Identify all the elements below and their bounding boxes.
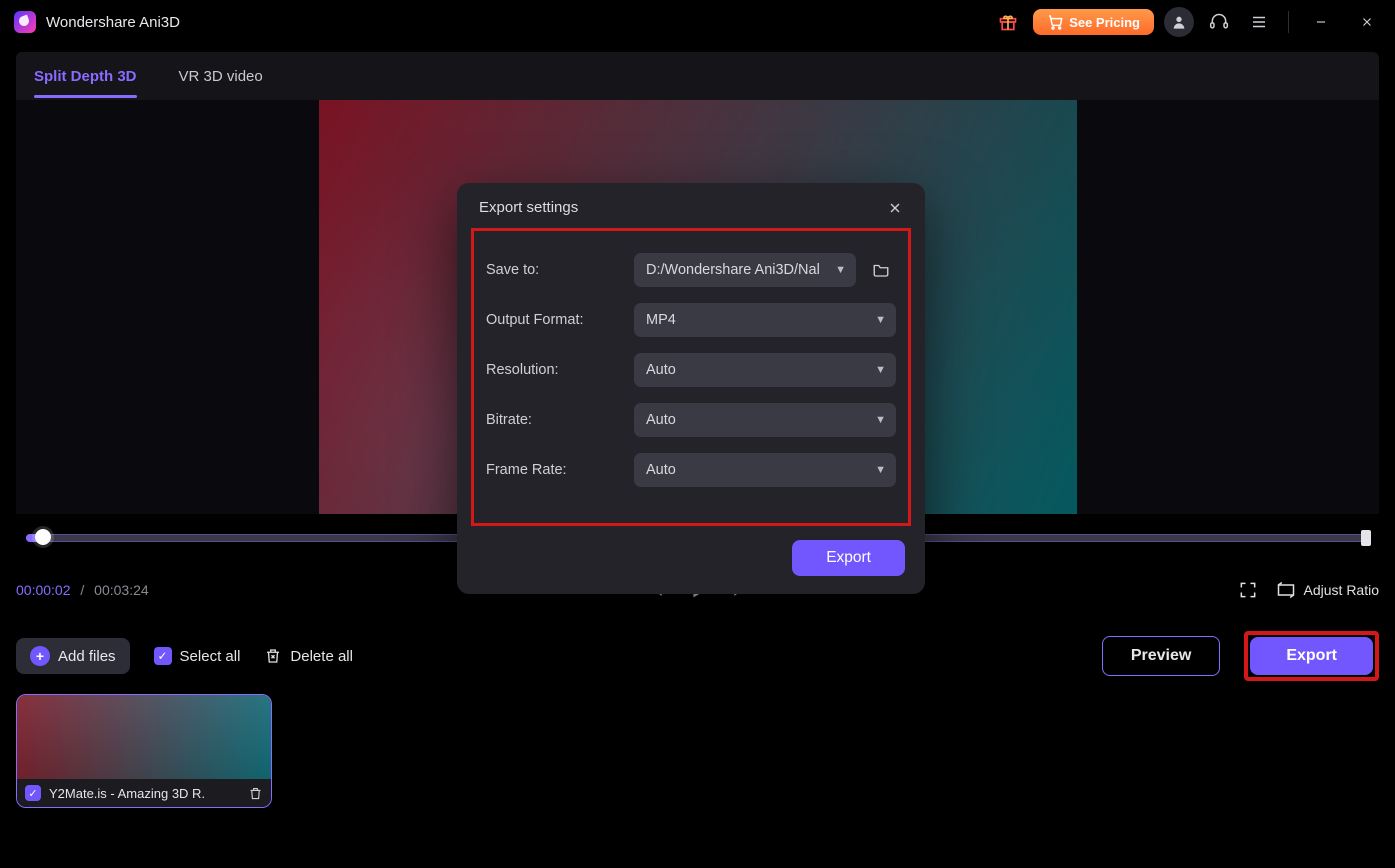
dialog-title: Export settings	[479, 199, 578, 216]
thumbnail-checkbox[interactable]: ✓	[25, 785, 41, 801]
preview-button[interactable]: Preview	[1102, 636, 1220, 676]
delete-all-label: Delete all	[290, 648, 353, 665]
save-to-select[interactable]: D:/Wondershare Ani3D/Nal ▼	[634, 253, 856, 287]
select-all-label: Select all	[180, 648, 241, 665]
field-output-format: Output Format: MP4 ▼	[484, 295, 898, 345]
app-logo	[14, 11, 36, 33]
save-to-label: Save to:	[486, 262, 624, 278]
duration-time: 00:03:24	[94, 582, 149, 598]
preview-label: Preview	[1131, 647, 1191, 664]
field-resolution: Resolution: Auto ▼	[484, 345, 898, 395]
select-all-checkbox[interactable]: ✓	[154, 647, 172, 665]
time-separator: /	[80, 582, 84, 598]
export-label: Export	[1286, 647, 1337, 664]
chevron-down-icon: ▼	[875, 414, 886, 426]
save-to-value: D:/Wondershare Ani3D/Nal	[646, 262, 820, 278]
window-minimize-button[interactable]	[1303, 7, 1339, 37]
output-format-select[interactable]: MP4 ▼	[634, 303, 896, 337]
thumbnail-bar: ✓ Y2Mate.is - Amazing 3D R.	[17, 779, 271, 807]
file-thumbnails: ✓ Y2Mate.is - Amazing 3D R.	[16, 694, 1379, 808]
see-pricing-label: See Pricing	[1069, 15, 1140, 30]
gift-icon[interactable]	[993, 7, 1023, 37]
trash-icon	[264, 647, 282, 665]
dialog-header: Export settings	[457, 183, 925, 220]
field-frame-rate: Frame Rate: Auto ▼	[484, 445, 898, 495]
adjust-ratio-label: Adjust Ratio	[1304, 582, 1379, 598]
export-button[interactable]: Export	[1250, 637, 1373, 675]
frame-rate-select[interactable]: Auto ▼	[634, 453, 896, 487]
thumbnail-image	[17, 695, 271, 779]
tab-vr-3d-video[interactable]: VR 3D video	[179, 56, 263, 97]
see-pricing-button[interactable]: See Pricing	[1033, 9, 1154, 35]
chevron-down-icon: ▼	[875, 314, 886, 326]
titlebar: Wondershare Ani3D See Pricing	[0, 0, 1395, 44]
adjust-ratio-button[interactable]: Adjust Ratio	[1276, 580, 1379, 600]
window-close-button[interactable]	[1349, 7, 1385, 37]
time-display: 00:00:02 / 00:03:24	[16, 582, 149, 598]
select-all-toggle[interactable]: ✓ Select all	[154, 647, 241, 665]
app-title: Wondershare Ani3D	[46, 14, 180, 31]
dialog-export-label: Export	[826, 549, 871, 566]
export-settings-dialog: Export settings Save to: D:/Wondershare …	[457, 183, 925, 594]
resolution-select[interactable]: Auto ▼	[634, 353, 896, 387]
plus-icon: +	[30, 646, 50, 666]
thumbnail-filename: Y2Mate.is - Amazing 3D R.	[49, 786, 240, 801]
user-icon[interactable]	[1164, 7, 1194, 37]
field-bitrate: Bitrate: Auto ▼	[484, 395, 898, 445]
frame-rate-value: Auto	[646, 462, 676, 478]
mode-tabs: Split Depth 3D VR 3D video	[16, 52, 1379, 100]
support-icon[interactable]	[1204, 7, 1234, 37]
file-thumbnail[interactable]: ✓ Y2Mate.is - Amazing 3D R.	[16, 694, 272, 808]
add-files-label: Add files	[58, 648, 116, 665]
tab-split-depth-3d[interactable]: Split Depth 3D	[34, 56, 137, 97]
menu-icon[interactable]	[1244, 7, 1274, 37]
export-button-highlight: Export	[1244, 631, 1379, 681]
browse-folder-button[interactable]	[866, 261, 896, 279]
chevron-down-icon: ▼	[835, 264, 846, 276]
chevron-down-icon: ▼	[875, 364, 886, 376]
bitrate-label: Bitrate:	[486, 412, 624, 428]
bitrate-select[interactable]: Auto ▼	[634, 403, 896, 437]
delete-all-button[interactable]: Delete all	[264, 647, 353, 665]
file-actions-bar: + Add files ✓ Select all Delete all Prev…	[16, 630, 1379, 682]
output-format-label: Output Format:	[486, 312, 624, 328]
bitrate-value: Auto	[646, 412, 676, 428]
frame-rate-label: Frame Rate:	[486, 462, 624, 478]
dialog-fields-highlight: Save to: D:/Wondershare Ani3D/Nal ▼ Outp…	[471, 228, 911, 526]
current-time: 00:00:02	[16, 582, 71, 598]
add-files-button[interactable]: + Add files	[16, 638, 130, 674]
timeline-playhead[interactable]	[35, 529, 51, 545]
dialog-close-button[interactable]	[887, 200, 903, 216]
output-format-value: MP4	[646, 312, 676, 328]
chevron-down-icon: ▼	[875, 464, 886, 476]
resolution-value: Auto	[646, 362, 676, 378]
fullscreen-icon[interactable]	[1238, 580, 1258, 600]
thumbnail-delete-icon[interactable]	[248, 786, 263, 801]
resolution-label: Resolution:	[486, 362, 624, 378]
field-save-to: Save to: D:/Wondershare Ani3D/Nal ▼	[484, 245, 898, 295]
timeline-end-handle[interactable]	[1361, 530, 1371, 546]
dialog-actions: Export	[457, 526, 925, 576]
dialog-export-button[interactable]: Export	[792, 540, 905, 576]
